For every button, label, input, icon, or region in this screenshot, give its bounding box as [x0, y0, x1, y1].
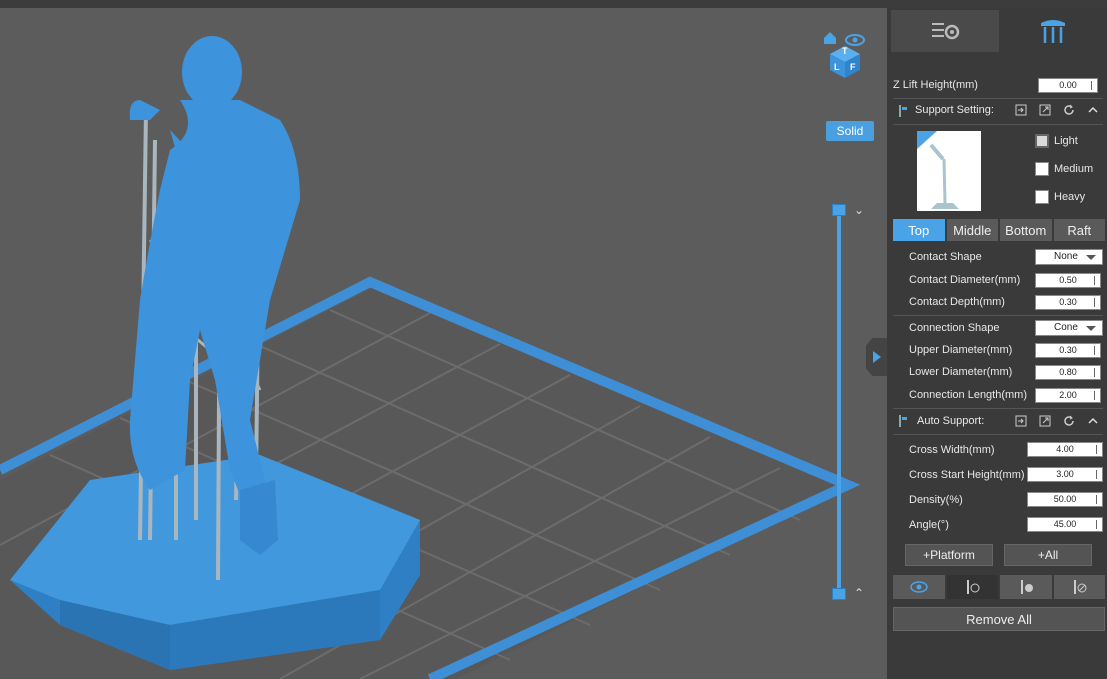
support-clear-tool[interactable]: [1053, 575, 1105, 599]
preset-medium-label: Medium: [1054, 163, 1094, 175]
tab-raft[interactable]: Raft: [1053, 219, 1105, 241]
cross-width-label: Cross Width(mm): [909, 444, 995, 456]
cross-start-height-label: Cross Start Height(mm): [909, 469, 1025, 481]
remove-all-button[interactable]: Remove All: [893, 607, 1105, 631]
divider: [893, 315, 1103, 316]
connection-length-label: Connection Length(mm): [909, 389, 1028, 401]
connection-shape-value: Cone: [1054, 322, 1078, 333]
contact-diameter-input[interactable]: 0.50: [1035, 273, 1101, 288]
contact-shape-value: None: [1054, 251, 1078, 262]
contact-shape-select[interactable]: None: [1035, 249, 1103, 265]
support-remove-icon: [1020, 580, 1033, 594]
connection-length-input[interactable]: 2.00: [1035, 388, 1101, 403]
support-remove-tool[interactable]: [1000, 575, 1052, 599]
auto-support-actions: [1013, 413, 1101, 429]
navcube-face-front[interactable]: F: [850, 62, 856, 72]
support-setting-actions: [1013, 102, 1101, 118]
toggle-visibility-button[interactable]: [893, 575, 945, 599]
cross-start-height-input[interactable]: 3.00: [1027, 467, 1103, 482]
upper-diameter-input[interactable]: 0.30: [1035, 343, 1101, 358]
divider: [893, 98, 1103, 99]
contact-depth-label: Contact Depth(mm): [909, 296, 1005, 308]
refresh-icon[interactable]: [1061, 413, 1077, 429]
cross-width-input[interactable]: 4.00: [1027, 442, 1103, 457]
preset-heavy-checkbox[interactable]: [1035, 190, 1049, 204]
solid-view-button[interactable]: Solid: [826, 121, 874, 141]
chevron-up-icon[interactable]: [1085, 413, 1101, 429]
contact-diameter-label: Contact Diameter(mm): [909, 274, 1021, 286]
support-part-tabs: Top Middle Bottom Raft: [893, 219, 1105, 241]
title-bar: [0, 0, 1107, 8]
support-tool-bar: [893, 575, 1105, 599]
auto-support-icon: [897, 414, 909, 431]
scene-canvas[interactable]: [0, 8, 887, 679]
layer-slider-track[interactable]: [837, 212, 841, 596]
preset-light-checkbox[interactable]: [1035, 134, 1049, 148]
eye-icon: [910, 581, 928, 593]
layer-slider-top-handle[interactable]: [832, 204, 846, 216]
chevron-down-icon[interactable]: ⌄: [852, 203, 866, 217]
tab-top[interactable]: Top: [893, 219, 945, 241]
import-icon[interactable]: [1013, 102, 1029, 118]
upper-diameter-label: Upper Diameter(mm): [909, 344, 1013, 356]
chevron-up-icon[interactable]: [1085, 102, 1101, 118]
add-platform-support-button[interactable]: +Platform: [905, 544, 993, 566]
tab-middle[interactable]: Middle: [946, 219, 998, 241]
settings-list-icon: [932, 23, 960, 40]
divider: [893, 408, 1103, 409]
lower-diameter-label: Lower Diameter(mm): [909, 366, 1013, 378]
add-all-support-button[interactable]: +All: [1004, 544, 1092, 566]
support-structure-icon: [1041, 20, 1065, 43]
panel-collapse-tab[interactable]: [866, 338, 887, 376]
support-clear-icon: [1074, 580, 1087, 594]
export-icon[interactable]: [1037, 413, 1053, 429]
preset-heavy-label: Heavy: [1054, 191, 1086, 203]
chevron-up-icon[interactable]: ⌃: [852, 586, 866, 600]
tab-settings[interactable]: [891, 10, 999, 52]
navcube-face-top[interactable]: T: [842, 46, 848, 56]
support-add-tool[interactable]: [946, 575, 998, 599]
export-icon[interactable]: [1037, 102, 1053, 118]
z-lift-input[interactable]: 0.00: [1038, 78, 1098, 93]
auto-support-title: Auto Support:: [917, 415, 985, 427]
support-setting-title: Support Setting:: [915, 104, 994, 116]
angle-input[interactable]: 45.00: [1027, 517, 1103, 532]
z-lift-label: Z Lift Height(mm): [893, 79, 978, 91]
refresh-icon[interactable]: [1061, 102, 1077, 118]
panel-collapse-arrow-icon: [872, 351, 881, 363]
lower-diameter-input[interactable]: 0.80: [1035, 365, 1101, 380]
preset-light-label: Light: [1054, 135, 1078, 147]
tab-bottom[interactable]: Bottom: [1000, 219, 1052, 241]
navigation-cube[interactable]: T L F: [820, 26, 870, 82]
preset-medium-checkbox[interactable]: [1035, 162, 1049, 176]
support-panel: Z Lift Height(mm) 0.00 Support Setting: …: [887, 8, 1107, 679]
support-preview-image: [917, 131, 981, 211]
import-icon[interactable]: [1013, 413, 1029, 429]
support-setting-icon: [897, 104, 909, 121]
divider: [893, 124, 1103, 125]
density-input[interactable]: 50.00: [1027, 492, 1103, 507]
angle-label: Angle(°): [909, 519, 949, 531]
tab-support[interactable]: [999, 10, 1107, 52]
3d-viewport[interactable]: T L F Solid ⌄ ⌃: [0, 8, 887, 679]
contact-shape-label: Contact Shape: [909, 251, 982, 263]
connection-shape-label: Connection Shape: [909, 322, 1000, 334]
connection-shape-select[interactable]: Cone: [1035, 320, 1103, 336]
density-label: Density(%): [909, 494, 963, 506]
contact-depth-input[interactable]: 0.30: [1035, 295, 1101, 310]
divider: [893, 434, 1103, 435]
home-icon[interactable]: [824, 32, 836, 44]
layer-slider-bottom-handle[interactable]: [832, 588, 846, 600]
navcube-face-left[interactable]: L: [834, 62, 840, 72]
support-add-icon: [967, 580, 980, 594]
